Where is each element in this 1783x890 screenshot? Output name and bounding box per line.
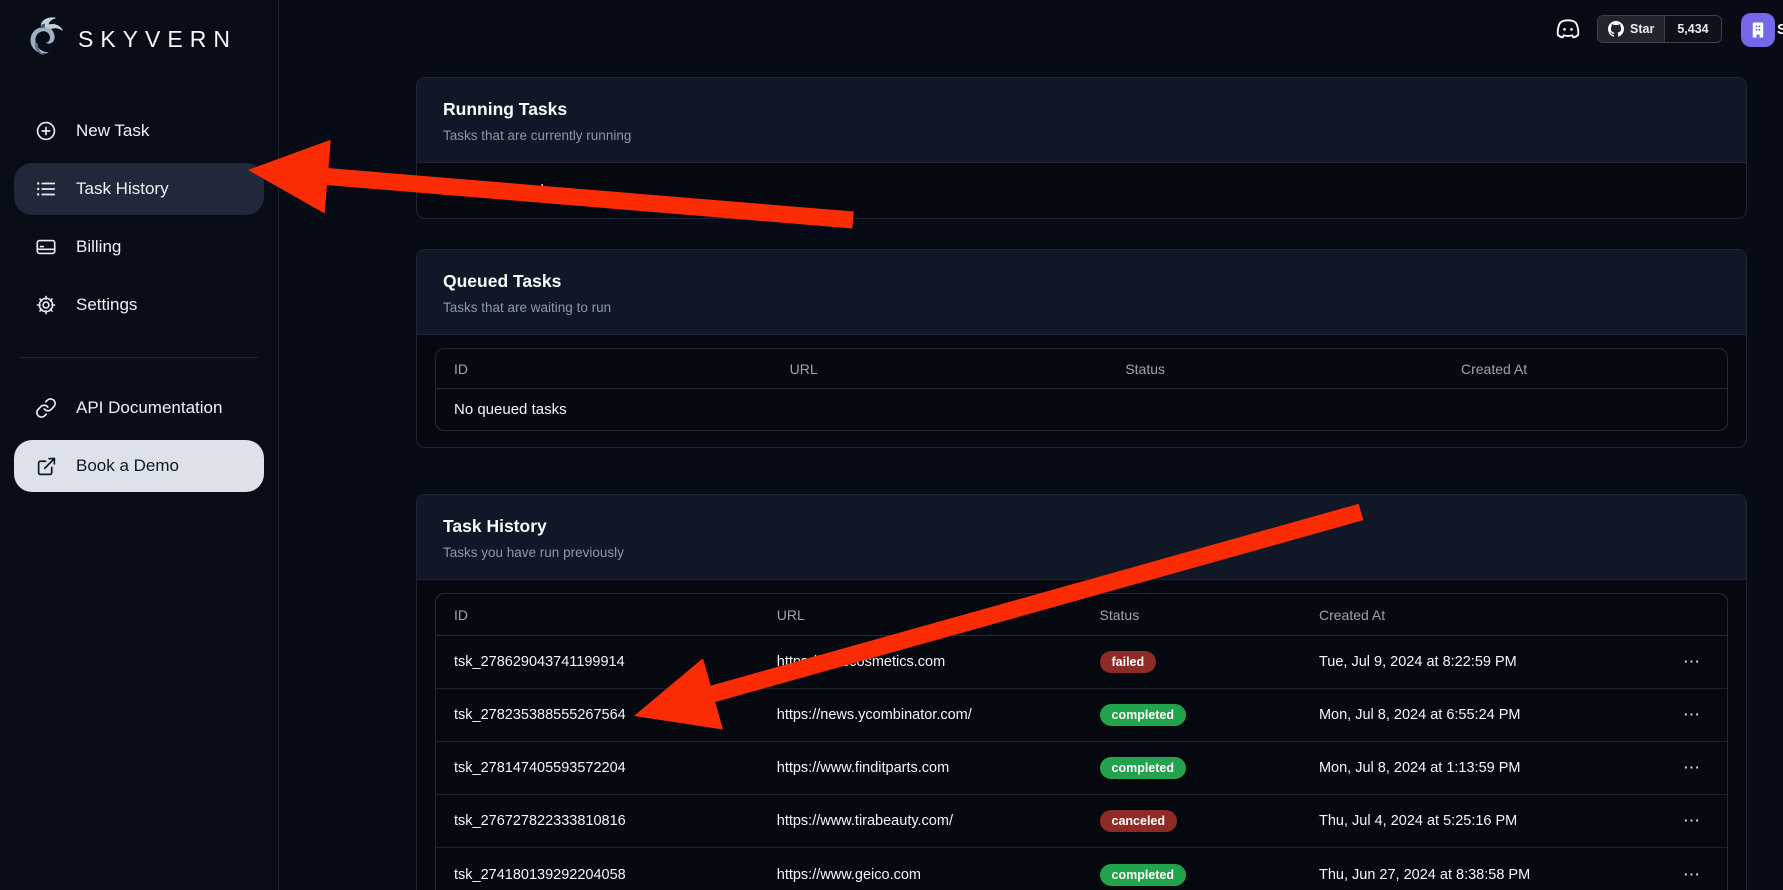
running-tasks-header: Running Tasks Tasks that are currently r…: [417, 78, 1746, 163]
task-id-cell: tsk_278235388555267564: [436, 707, 759, 723]
created-at-cell: Thu, Jul 4, 2024 at 5:25:16 PM: [1301, 813, 1637, 829]
row-actions-button[interactable]: ⋯: [1675, 648, 1709, 676]
column-header-created-at: Created At: [1443, 361, 1727, 377]
user-name-label: S: [1777, 21, 1783, 38]
task-url-cell: https://www.geico.com: [759, 867, 1082, 883]
row-actions-button[interactable]: ⋯: [1675, 701, 1709, 729]
column-header-id: ID: [436, 361, 772, 377]
sidebar-secondary-nav: API Documentation Book a Demo: [14, 382, 264, 492]
task-history-table: ID URL Status Created At tsk_27862904374…: [435, 593, 1728, 890]
sidebar-item-label: Billing: [76, 237, 121, 257]
sidebar-item-settings[interactable]: Settings: [14, 279, 264, 331]
table-row[interactable]: tsk_274180139292204058 https://www.geico…: [436, 848, 1727, 890]
task-history-header: Task History Tasks you have run previous…: [417, 495, 1746, 580]
table-header-row: ID URL Status Created At: [436, 349, 1727, 389]
status-badge: completed: [1100, 704, 1187, 726]
created-at-cell: Mon, Jul 8, 2024 at 6:55:24 PM: [1301, 707, 1637, 723]
task-id-cell: tsk_276727822333810816: [436, 813, 759, 829]
table-row[interactable]: tsk_278147405593572204 https://www.findi…: [436, 742, 1727, 795]
status-badge: failed: [1100, 651, 1157, 673]
column-header-status: Status: [1107, 361, 1443, 377]
created-at-cell: Mon, Jul 8, 2024 at 1:13:59 PM: [1301, 760, 1637, 776]
task-url-cell: https://www.tirabeauty.com/: [759, 813, 1082, 829]
task-url-cell: https://tartecosmetics.com: [759, 654, 1082, 670]
column-header-url: URL: [759, 607, 1082, 623]
row-actions-button[interactable]: ⋯: [1675, 807, 1709, 835]
queued-tasks-empty-state: No queued tasks: [436, 389, 1727, 430]
queued-tasks-card: Queued Tasks Tasks that are waiting to r…: [416, 249, 1747, 448]
sidebar-item-label: New Task: [76, 121, 149, 141]
brand-wordmark: SKYVERN: [78, 26, 237, 53]
created-at-cell: Tue, Jul 9, 2024 at 8:22:59 PM: [1301, 654, 1637, 670]
sidebar-item-label: API Documentation: [76, 398, 222, 418]
list-icon: [34, 177, 58, 201]
running-tasks-card: Running Tasks Tasks that are currently r…: [416, 77, 1747, 219]
sidebar-item-new-task[interactable]: New Task: [14, 105, 264, 157]
table-row[interactable]: tsk_278629043741199914 https://tartecosm…: [436, 636, 1727, 689]
card-subtitle: Tasks that are waiting to run: [443, 300, 1720, 315]
running-tasks-empty-state: No running tasks: [417, 163, 1746, 218]
content-column: Running Tasks Tasks that are currently r…: [416, 0, 1747, 890]
sidebar: SKYVERN New Task Task History Billing: [0, 0, 279, 890]
sidebar-item-label: Settings: [76, 295, 137, 315]
column-header-url: URL: [772, 361, 1108, 377]
card-title: Running Tasks: [443, 99, 1720, 120]
queued-tasks-table: ID URL Status Created At No queued tasks: [435, 348, 1728, 431]
table-row[interactable]: tsk_278235388555267564 https://news.ycom…: [436, 689, 1727, 742]
task-url-cell: https://www.finditparts.com: [759, 760, 1082, 776]
column-header-id: ID: [436, 607, 759, 623]
task-url-cell: https://news.ycombinator.com/: [759, 707, 1082, 723]
app-window: SKYVERN New Task Task History Billing: [0, 0, 1783, 890]
status-badge: completed: [1100, 757, 1187, 779]
column-header-created-at: Created At: [1301, 607, 1637, 623]
sidebar-item-task-history[interactable]: Task History: [14, 163, 264, 215]
card-title: Queued Tasks: [443, 271, 1720, 292]
card-subtitle: Tasks that are currently running: [443, 128, 1720, 143]
card-subtitle: Tasks you have run previously: [443, 545, 1720, 560]
table-header-row: ID URL Status Created At: [436, 594, 1727, 636]
status-badge: completed: [1100, 864, 1187, 886]
sidebar-item-label: Book a Demo: [76, 456, 179, 476]
sidebar-item-label: Task History: [76, 179, 169, 199]
sidebar-item-billing[interactable]: Billing: [14, 221, 264, 273]
table-row[interactable]: tsk_276727822333810816 https://www.tirab…: [436, 795, 1727, 848]
task-id-cell: tsk_278147405593572204: [436, 760, 759, 776]
link-icon: [34, 396, 58, 420]
skyvern-logo[interactable]: SKYVERN: [14, 10, 264, 71]
task-id-cell: tsk_278629043741199914: [436, 654, 759, 670]
skyvern-dragon-icon: [22, 14, 68, 65]
sidebar-item-api-documentation[interactable]: API Documentation: [14, 382, 264, 434]
gear-icon: [34, 293, 58, 317]
column-header-status: Status: [1082, 607, 1301, 623]
external-link-icon: [34, 454, 58, 478]
task-history-card: Task History Tasks you have run previous…: [416, 494, 1747, 890]
sidebar-primary-nav: New Task Task History Billing: [14, 105, 264, 331]
status-badge: canceled: [1100, 810, 1178, 832]
card-title: Task History: [443, 516, 1720, 537]
row-actions-button[interactable]: ⋯: [1675, 861, 1709, 889]
plus-circle-icon: [34, 119, 58, 143]
organization-icon: [1749, 21, 1767, 39]
row-actions-button[interactable]: ⋯: [1675, 754, 1709, 782]
sidebar-item-book-a-demo[interactable]: Book a Demo: [14, 440, 264, 492]
queued-tasks-header: Queued Tasks Tasks that are waiting to r…: [417, 250, 1746, 335]
credit-card-icon: [34, 235, 58, 259]
task-id-cell: tsk_274180139292204058: [436, 867, 759, 883]
sidebar-divider: [20, 357, 258, 358]
created-at-cell: Thu, Jun 27, 2024 at 8:38:58 PM: [1301, 867, 1637, 883]
main-area: Star 5,434 S Running Tasks Tasks that ar…: [279, 0, 1783, 890]
